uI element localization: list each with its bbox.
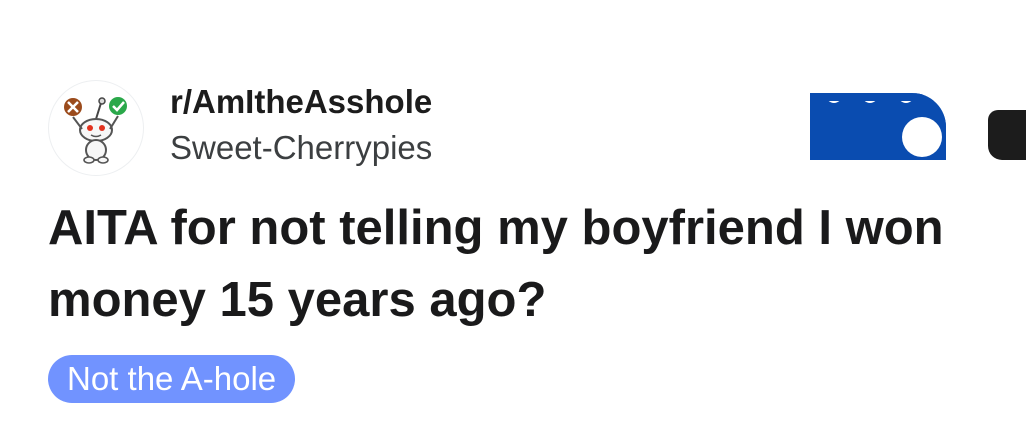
- post-author[interactable]: Sweet-Cherrypies: [170, 128, 432, 168]
- join-button-shape: [810, 93, 946, 160]
- subreddit-avatar[interactable]: [48, 80, 144, 176]
- join-button[interactable]: [810, 93, 946, 160]
- post-flair[interactable]: Not the A-hole: [48, 355, 296, 403]
- overflow-menu-icon[interactable]: [988, 110, 1026, 160]
- post-title[interactable]: AITA for not telling my boyfriend I won …: [48, 192, 1008, 336]
- snoo-avatar-icon: [64, 97, 127, 164]
- post-meta: r/AmItheAsshole Sweet-Cherrypies: [170, 82, 432, 168]
- subreddit-name[interactable]: r/AmItheAsshole: [170, 82, 432, 122]
